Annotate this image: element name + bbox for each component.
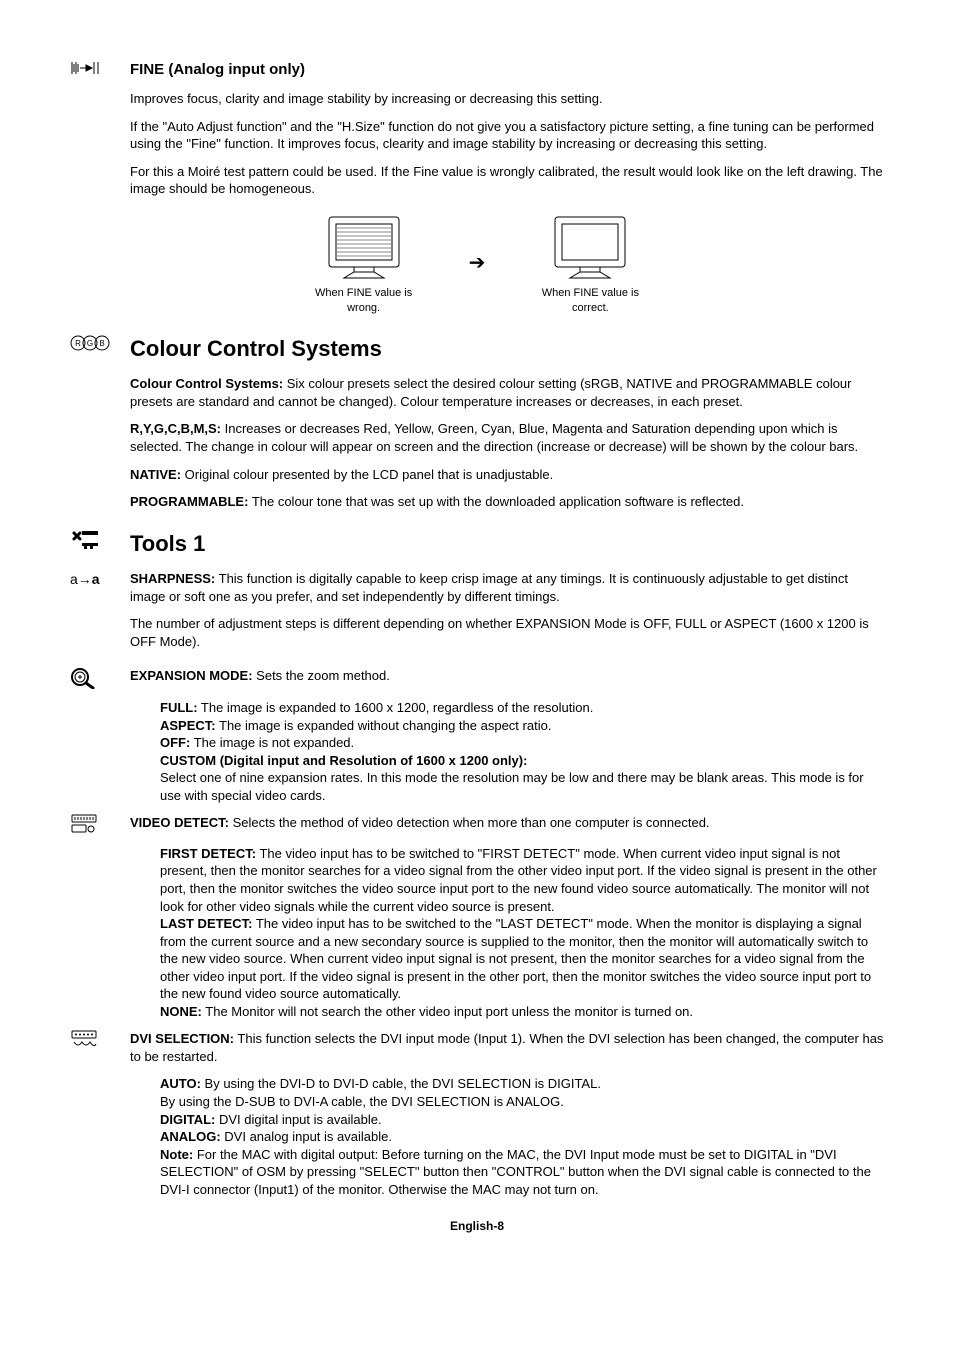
exp-custom-label: CUSTOM (Digital input and Resolution of … <box>160 752 884 770</box>
dvi-digital-label: DIGITAL: <box>160 1112 215 1127</box>
exp-custom-body: Select one of nine expansion rates. In t… <box>160 769 884 804</box>
dvi-note-body: For the MAC with digital output: Before … <box>160 1147 871 1197</box>
tools-title: Tools 1 <box>130 529 884 559</box>
colour-title: Colour Control Systems <box>130 334 884 364</box>
exp-aspect-label: ASPECT: <box>160 718 216 733</box>
fig-correct-caption: When FINE value is correct. <box>525 286 655 316</box>
colour-body: Colour Control Systems: Six colour prese… <box>130 375 884 510</box>
dvi-auto-body2: By using the D-SUB to DVI-A cable, the D… <box>160 1093 884 1111</box>
page-footer: English-8 <box>70 1218 884 1234</box>
vd-last-label: LAST DETECT: <box>160 916 252 931</box>
vd-last-body: The video input has to be switched to th… <box>160 916 871 1001</box>
rgb-icon: RGB <box>70 334 130 357</box>
exp-label: EXPANSION MODE: <box>130 668 253 683</box>
native-label: NATIVE: <box>130 467 181 482</box>
dvi-analog-label: ANALOG: <box>160 1129 221 1144</box>
vd-body: Selects the method of video detection wh… <box>229 815 710 830</box>
exp-aspect-body: The image is expanded without changing t… <box>216 718 552 733</box>
monitor-wrong: When FINE value is wrong. <box>299 212 429 316</box>
expansion-options: FULL: The image is expanded to 1600 x 12… <box>160 699 884 804</box>
svg-text:B: B <box>99 339 104 348</box>
exp-off-label: OFF: <box>160 735 190 750</box>
rgb-body: Increases or decreases Red, Yellow, Gree… <box>130 421 858 454</box>
fine-icon <box>70 60 130 81</box>
prog-body: The colour tone that was set up with the… <box>248 494 744 509</box>
vd-first-body: The video input has to be switched to "F… <box>160 846 877 914</box>
video-detect-row: VIDEO DETECT: Selects the method of vide… <box>70 814 884 839</box>
dvi-row: DVI SELECTION: This function selects the… <box>70 1030 884 1069</box>
video-detect-options: FIRST DETECT: The video input has to be … <box>160 845 884 1020</box>
fine-p1: Improves focus, clarity and image stabil… <box>130 90 884 108</box>
monitor-correct: When FINE value is correct. <box>525 212 655 316</box>
tools-heading-row: Tools 1 <box>70 529 884 565</box>
video-detect-icon <box>70 814 130 839</box>
colour-heading-row: RGB Colour Control Systems <box>70 334 884 370</box>
vd-none-label: NONE: <box>160 1004 202 1019</box>
rgb-label: R,Y,G,C,B,M,S: <box>130 421 221 436</box>
fine-p2: If the "Auto Adjust function" and the "H… <box>130 118 884 153</box>
fig-wrong-caption: When FINE value is wrong. <box>299 286 429 316</box>
vd-label: VIDEO DETECT: <box>130 815 229 830</box>
tools-icon <box>70 529 130 556</box>
vd-first-label: FIRST DETECT: <box>160 846 256 861</box>
fine-body: Improves focus, clarity and image stabil… <box>130 90 884 198</box>
dvi-auto-label: AUTO: <box>160 1076 201 1091</box>
ccs-label: Colour Control Systems: <box>130 376 283 391</box>
dvi-icon <box>70 1030 130 1055</box>
expansion-icon <box>70 667 130 694</box>
dvi-digital-body: DVI digital input is available. <box>215 1112 381 1127</box>
fine-figure: When FINE value is wrong. ➔ When FINE va… <box>70 212 884 316</box>
arrow-icon: ➔ <box>469 250 486 277</box>
svg-text:R: R <box>75 339 81 348</box>
fine-title: FINE (Analog input only) <box>130 60 884 80</box>
dvi-analog-body: DVI analog input is available. <box>221 1129 392 1144</box>
svg-text:G: G <box>87 339 93 348</box>
dvi-note-label: Note: <box>160 1147 193 1162</box>
exp-body: Sets the zoom method. <box>253 668 390 683</box>
sharpness-icon: a→a <box>70 570 130 589</box>
sharp-label: SHARPNESS: <box>130 571 215 586</box>
exp-full-label: FULL: <box>160 700 198 715</box>
dvi-body: This function selects the DVI input mode… <box>130 1031 883 1064</box>
prog-label: PROGRAMMABLE: <box>130 494 248 509</box>
exp-full-body: The image is expanded to 1600 x 1200, re… <box>198 700 594 715</box>
dvi-options: AUTO: By using the DVI-D to DVI-D cable,… <box>160 1075 884 1198</box>
sharp-body: This function is digitally capable to ke… <box>130 571 848 604</box>
sharpness-row: a→a SHARPNESS: This function is digitall… <box>70 570 884 660</box>
expansion-row: EXPANSION MODE: Sets the zoom method. <box>70 667 884 694</box>
native-body: Original colour presented by the LCD pan… <box>181 467 553 482</box>
fine-heading-row: FINE (Analog input only) <box>70 60 884 84</box>
sharp-p2: The number of adjustment steps is differ… <box>130 615 884 650</box>
fine-p3: For this a Moiré test pattern could be u… <box>130 163 884 198</box>
exp-off-body: The image is not expanded. <box>190 735 354 750</box>
dvi-label: DVI SELECTION: <box>130 1031 234 1046</box>
dvi-auto-body: By using the DVI-D to DVI-D cable, the D… <box>201 1076 601 1091</box>
vd-none-body: The Monitor will not search the other vi… <box>202 1004 693 1019</box>
